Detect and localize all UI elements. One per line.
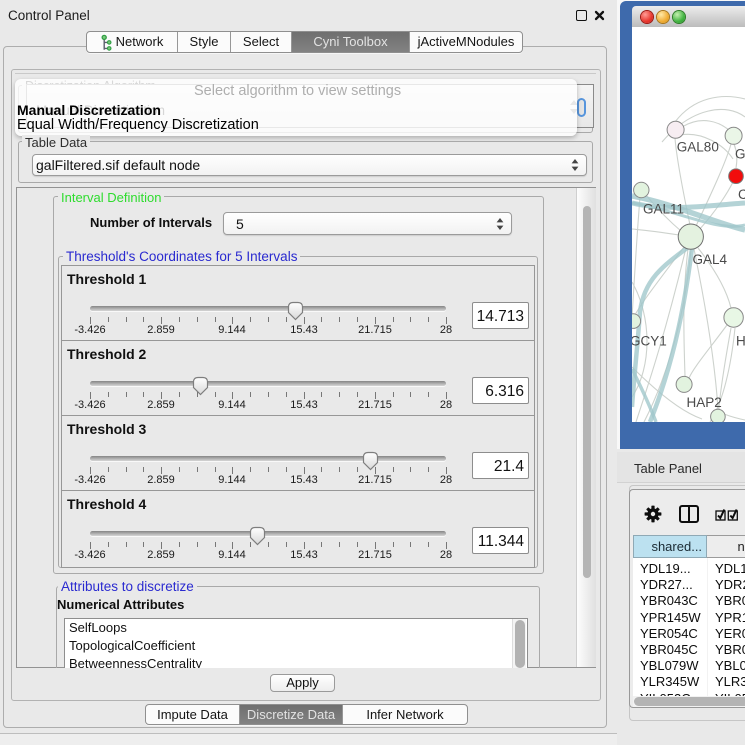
svg-text:GAL80: GAL80	[677, 140, 719, 155]
svg-text:GAL4: GAL4	[693, 252, 728, 267]
svg-text:H: H	[736, 333, 745, 348]
svg-text:GCY1: GCY1	[632, 333, 667, 348]
svg-text:HAP2: HAP2	[687, 395, 722, 410]
svg-text:GAL11: GAL11	[643, 202, 684, 217]
svg-text:GA: GA	[735, 147, 745, 162]
svg-text:C: C	[738, 187, 745, 202]
